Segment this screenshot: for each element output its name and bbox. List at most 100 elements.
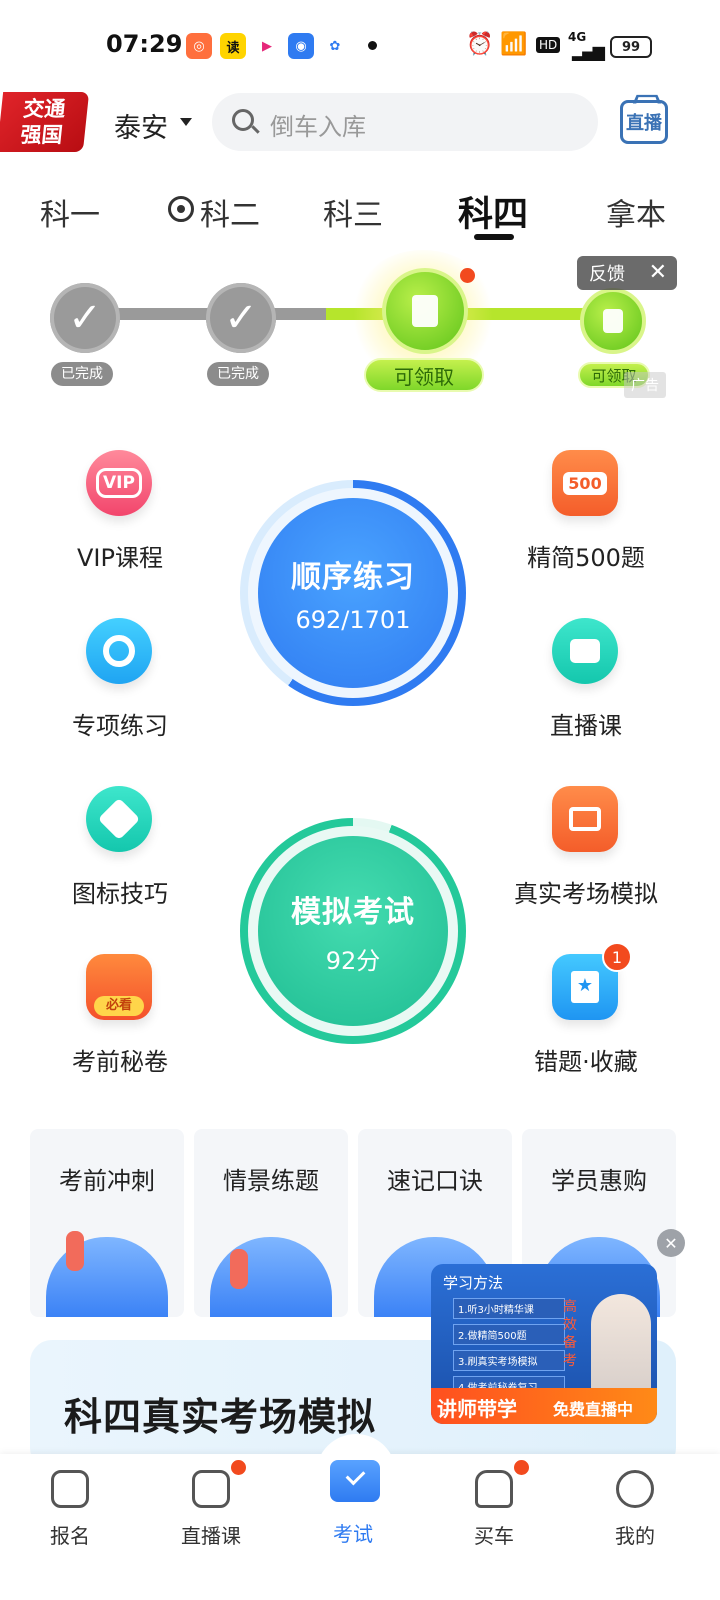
card-scenario[interactable]: 情景练题 <box>194 1129 348 1317</box>
search-icon <box>232 109 254 131</box>
search-bar[interactable]: 倒车入库 <box>212 93 598 151</box>
card-mnemonic-title: 速记口诀 <box>387 1167 483 1195</box>
simple-500-label[interactable]: 精简500题 <box>486 538 686 573</box>
rocket-illustration <box>46 1237 168 1317</box>
feedback-button[interactable]: 反馈 ✕ <box>577 256 677 290</box>
active-tab-indicator <box>474 234 514 240</box>
float-ad-heading: 学习方法 <box>443 1274 504 1292</box>
live-tv-button[interactable]: 直播 <box>620 100 668 144</box>
logo-line1: 交通 <box>22 97 67 121</box>
step1-status: 已完成 <box>51 362 113 386</box>
float-ad-side-text: 高效备考 <box>563 1299 577 1369</box>
nav-mine-label: 我的 <box>615 1524 655 1548</box>
floating-video-ad[interactable]: 学习方法 1.听3小时精华课 2.做精简500题 3.刷真实考场模拟 4.做考前… <box>431 1264 657 1424</box>
card-scenario-title: 情景练题 <box>223 1167 319 1195</box>
camera-body <box>570 639 600 663</box>
road-sign-illustration <box>210 1237 332 1317</box>
tab-subject-3[interactable]: 科三 <box>323 190 383 234</box>
car-icon <box>475 1470 513 1508</box>
steering-wheel-icon <box>168 196 194 222</box>
nav-live-label: 直播课 <box>181 1524 241 1548</box>
sequence-practice-button[interactable]: 顺序练习 692/1701 <box>258 498 448 688</box>
must-see-tag: 必看 <box>94 996 144 1016</box>
city-selector[interactable]: 泰安 <box>114 106 168 145</box>
nav-signup-label: 报名 <box>50 1524 90 1548</box>
person-illustration <box>230 1249 248 1289</box>
float-ad-cta-right: 免费直播中 <box>553 1400 634 1419</box>
assistant-app-icon: ◉ <box>288 33 314 59</box>
step3-reward-button[interactable] <box>382 268 468 354</box>
vip-course-icon[interactable]: VIP <box>86 450 152 516</box>
500-icon-text: 500 <box>563 471 607 495</box>
star-icon: ★ <box>571 971 599 1003</box>
nav-signup[interactable]: 报名 <box>20 1470 120 1549</box>
nav-live[interactable]: 直播课 <box>161 1470 261 1549</box>
teacher-avatar <box>591 1294 651 1390</box>
card-sprint[interactable]: 考前冲刺 <box>30 1129 184 1317</box>
close-icon[interactable]: ✕ <box>657 1229 685 1257</box>
wrong-questions-label[interactable]: 错题·收藏 <box>486 1042 686 1077</box>
sign-tips-label[interactable]: 图标技巧 <box>20 874 220 909</box>
video-camera-icon[interactable] <box>552 618 618 684</box>
nav-exam[interactable]: 考试 <box>303 1518 403 1547</box>
nav-live-red-dot <box>231 1460 246 1475</box>
step2-check-icon: ✓ <box>206 283 276 353</box>
ad-tag: 广告 <box>624 372 666 398</box>
target-ring <box>103 635 135 667</box>
float-ad-cta-left: 讲师带学 <box>437 1397 517 1421</box>
tab-subject-1[interactable]: 科一 <box>40 190 100 234</box>
nav-buy-car-red-dot <box>514 1460 529 1475</box>
road-sign-icon[interactable] <box>86 786 152 852</box>
exam-paper-icon[interactable]: 必看 <box>86 954 152 1020</box>
close-icon[interactable]: ✕ <box>649 260 667 285</box>
album-app-icon: ◎ <box>186 33 212 59</box>
nav-mine[interactable]: 我的 <box>585 1470 685 1549</box>
feedback-label: 反馈 <box>589 264 625 285</box>
real-exam-sim-label[interactable]: 真实考场模拟 <box>486 874 686 909</box>
bottom-nav: 报名 直播课 考试 买车 我的 <box>0 1434 720 1600</box>
vip-course-label[interactable]: VIP课程 <box>20 538 220 573</box>
step4-reward-button[interactable] <box>580 288 646 354</box>
read-app-icon: 读 <box>220 33 246 59</box>
special-practice-label[interactable]: 专项练习 <box>20 706 220 741</box>
card-sprint-title: 考前冲刺 <box>59 1167 155 1195</box>
app-logo[interactable]: 交通 强国 <box>0 92 90 152</box>
person-illustration <box>66 1231 84 1271</box>
live-course-label[interactable]: 直播课 <box>486 706 686 741</box>
tab-subject-4[interactable]: 科四 <box>458 186 528 237</box>
smile-icon <box>616 1470 654 1508</box>
document-icon <box>603 309 623 333</box>
sign-diamond <box>97 797 141 841</box>
document-icon <box>412 295 438 327</box>
exam-icon[interactable] <box>330 1460 380 1502</box>
pre-exam-secret-label[interactable]: 考前秘卷 <box>20 1042 220 1077</box>
mock-exam-title: 模拟考试 <box>291 894 415 930</box>
promo-banner-title: 科四真实考场模拟 <box>64 1395 377 1439</box>
target-icon[interactable] <box>86 618 152 684</box>
nav-buy-car-label: 买车 <box>474 1524 514 1548</box>
sequence-practice-title: 顺序练习 <box>291 560 415 595</box>
logo-line2: 强国 <box>19 123 64 147</box>
mock-exam-button[interactable]: 模拟考试 92分 <box>258 836 448 1026</box>
tv-icon <box>192 1470 230 1508</box>
float-ad-cta[interactable]: 讲师带学 免费直播中 <box>431 1388 657 1424</box>
wrong-questions-badge: 1 <box>602 942 632 972</box>
hd-indicator: HD <box>536 37 561 53</box>
nav-buy-car[interactable]: 买车 <box>444 1470 544 1549</box>
monitor-screen <box>569 807 601 831</box>
search-placeholder: 倒车入库 <box>270 113 366 141</box>
reward-red-dot <box>460 268 475 283</box>
baidu-app-icon: ✿ <box>322 33 348 59</box>
float-ad-item: 1.听3小时精华课 <box>453 1298 565 1319</box>
monitor-icon[interactable] <box>552 786 618 852</box>
tab-subject-2[interactable]: 科二 <box>200 190 260 234</box>
vip-icon-text: VIP <box>96 468 142 498</box>
step3-claim-button[interactable]: 可领取 <box>364 358 484 392</box>
tab-license[interactable]: 拿本 <box>606 190 666 234</box>
sequence-practice-progress: 692/1701 <box>295 606 411 634</box>
signup-icon <box>51 1470 89 1508</box>
mock-exam-score: 92分 <box>325 946 381 975</box>
chevron-down-icon[interactable] <box>180 118 192 126</box>
500-questions-icon[interactable]: 500 <box>552 450 618 516</box>
video-app-icon: ▶ <box>254 33 280 59</box>
